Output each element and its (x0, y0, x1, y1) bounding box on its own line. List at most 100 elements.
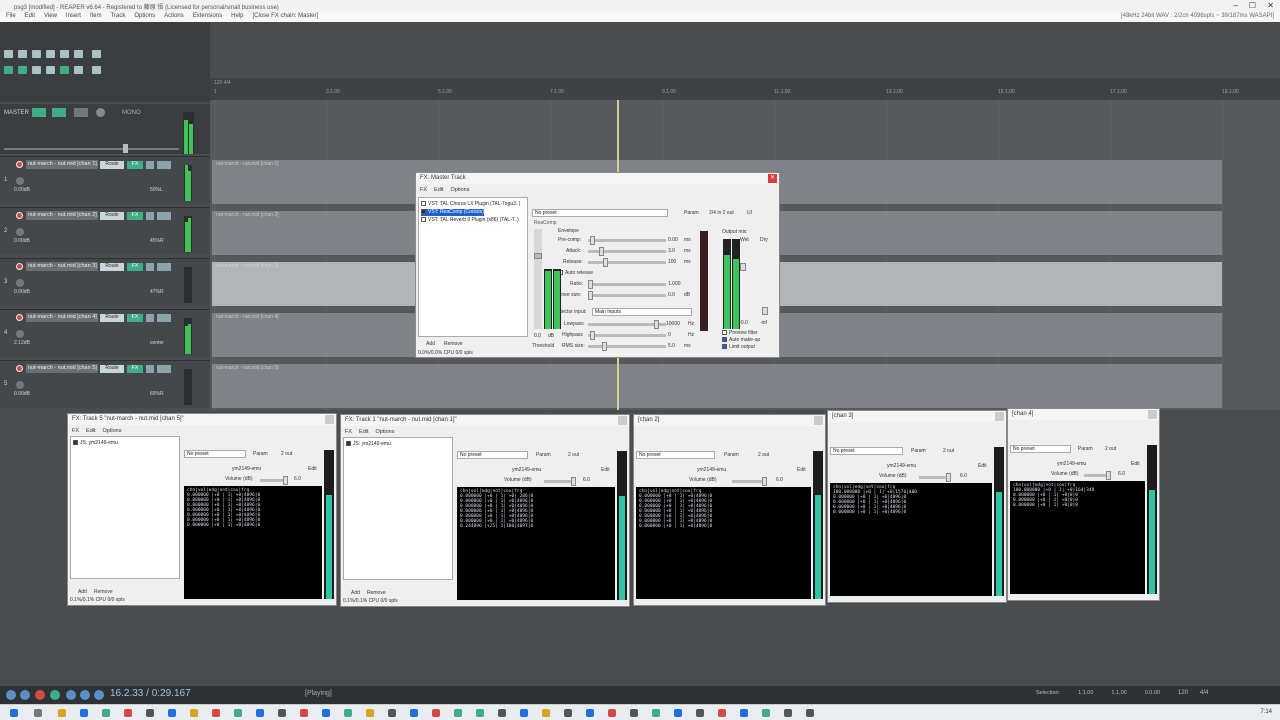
menu-insert[interactable]: Insert (66, 13, 81, 22)
app-icon[interactable] (322, 709, 330, 717)
app-icon[interactable] (432, 709, 440, 717)
menu-item[interactable]: Item (90, 13, 102, 22)
app-icon[interactable] (806, 709, 814, 717)
threshold-handle[interactable] (534, 253, 542, 259)
trim-icon[interactable] (46, 66, 55, 74)
record-arm-button[interactable] (16, 314, 23, 321)
track-pan[interactable]: center (150, 340, 164, 346)
dry-slider[interactable] (762, 307, 768, 315)
param-button[interactable]: Param (536, 452, 551, 458)
fx-remove-button[interactable]: Remove (444, 341, 463, 347)
settings-icon[interactable] (46, 50, 55, 58)
fx-menu-edit[interactable]: Edit (359, 429, 368, 435)
edit-button[interactable]: Edit (308, 466, 317, 472)
attack-value[interactable]: 3.0 (668, 248, 675, 254)
app-icon[interactable] (146, 709, 154, 717)
bypass-checkbox[interactable] (421, 201, 426, 207)
fx-menu-fx[interactable]: FX (420, 187, 427, 193)
fx-chain-item-selected[interactable]: VST: ReaComp (Cockos) (421, 209, 484, 216)
app-icon[interactable] (630, 709, 638, 717)
lock-icon[interactable] (92, 66, 101, 74)
precomp-value[interactable]: 0.00 (668, 237, 678, 243)
app-icon[interactable] (784, 709, 792, 717)
app-icon[interactable] (410, 709, 418, 717)
edit-button[interactable]: Edit (1131, 461, 1140, 467)
fx-menu-edit[interactable]: Edit (434, 187, 443, 193)
rms-value[interactable]: 5.0 (668, 343, 675, 349)
menu-options[interactable]: Options (134, 13, 155, 22)
ripple-icon[interactable] (32, 66, 41, 74)
preset-dropdown[interactable]: No preset (184, 450, 246, 458)
stop-icon[interactable] (94, 690, 104, 700)
app-icon[interactable] (762, 709, 770, 717)
bypass-checkbox[interactable] (421, 217, 426, 223)
fx-add-button[interactable]: Add (351, 590, 360, 596)
record-arm-button[interactable] (16, 161, 23, 168)
volume-value[interactable]: 6.0 (294, 476, 301, 482)
menu-help[interactable]: Help (231, 13, 243, 22)
fx-menu-options[interactable]: Options (376, 429, 395, 435)
envelope-button[interactable] (146, 365, 154, 373)
io-button[interactable]: 2/4 in 2 out (709, 210, 734, 216)
app-icon[interactable] (498, 709, 506, 717)
volume-value[interactable]: 6.0 (583, 477, 590, 483)
phase-button[interactable] (157, 212, 171, 220)
close-icon[interactable]: ✕ (1267, 1, 1274, 10)
track-volume[interactable]: 0.00dB (14, 289, 30, 295)
app-icon[interactable] (234, 709, 242, 717)
volume-value[interactable]: 6.0 (1118, 471, 1125, 477)
phase-button[interactable] (157, 365, 171, 373)
item-group-icon[interactable] (74, 66, 83, 74)
track-volume[interactable]: 2.12dB (14, 340, 30, 346)
edit-button[interactable]: Edit (601, 467, 610, 473)
close-icon[interactable]: ✕ (768, 174, 777, 183)
threshold-slider[interactable] (534, 229, 542, 329)
fx-button[interactable]: FX (127, 161, 143, 169)
param-button[interactable]: Param (1078, 446, 1093, 452)
track-panel[interactable]: nut-march - nut.mid [chan 1] Route FX 1 0.00… (0, 156, 210, 204)
app-icon[interactable] (278, 709, 286, 717)
close-icon[interactable] (814, 416, 823, 425)
record-arm-button[interactable] (16, 212, 23, 219)
pause-icon[interactable] (80, 690, 90, 700)
fx-chain-item[interactable]: JS: ym2149-emu (346, 441, 391, 448)
app-icon[interactable] (674, 709, 682, 717)
track-panel[interactable]: nut-march - nut.mid [chan 3] Route FX 3 0.00… (0, 258, 210, 306)
master-fx-icon[interactable] (32, 108, 46, 117)
route-button[interactable]: Route (100, 314, 124, 322)
fx-button[interactable]: FX (127, 212, 143, 220)
track-name[interactable]: nut-march - nut.mid [chan 4] (26, 313, 98, 322)
fx-button[interactable]: FX (127, 263, 143, 271)
app-icon[interactable] (256, 709, 264, 717)
threshold-value[interactable]: 0.0 (534, 333, 541, 339)
track-panel[interactable]: nut-march - nut.mid [chan 4] Route FX 4 2.12… (0, 309, 210, 357)
track-pan[interactable]: 47%R (150, 289, 164, 295)
fx-remove-button[interactable]: Remove (94, 589, 113, 595)
volume-value[interactable]: 6.0 (960, 473, 967, 479)
precomp-slider[interactable] (588, 236, 666, 245)
fx-menu-options[interactable]: Options (103, 428, 122, 434)
menu-track[interactable]: Track (111, 13, 126, 22)
app-icon[interactable] (168, 709, 176, 717)
phase-button[interactable] (157, 263, 171, 271)
preset-dropdown[interactable]: No preset (532, 209, 668, 217)
fx-button[interactable]: FX (127, 314, 143, 322)
param-button[interactable]: Param (911, 448, 926, 454)
app-icon[interactable] (652, 709, 660, 717)
menu-actions[interactable]: Actions (164, 13, 184, 22)
volume-slider[interactable] (544, 477, 576, 486)
app-icon[interactable] (344, 709, 352, 717)
envelope-lock-icon[interactable] (60, 66, 69, 74)
fx-chain-item[interactable]: JS: ym2149-emu (73, 440, 118, 447)
lowpass-slider[interactable] (588, 320, 666, 329)
bypass-checkbox[interactable] (421, 209, 426, 215)
fx-chain-list[interactable]: JS: ym2149-emu (70, 436, 180, 579)
bpm-value[interactable]: 120 (1178, 690, 1188, 696)
io-button[interactable]: 2 out (758, 452, 769, 458)
volume-knob[interactable] (16, 228, 24, 236)
route-button[interactable]: Route (100, 212, 124, 220)
release-value[interactable]: 100 (668, 259, 676, 265)
play-icon[interactable] (50, 690, 60, 700)
preview-filter-checkbox[interactable]: Preview filter (722, 330, 758, 336)
app-icon[interactable] (740, 709, 748, 717)
